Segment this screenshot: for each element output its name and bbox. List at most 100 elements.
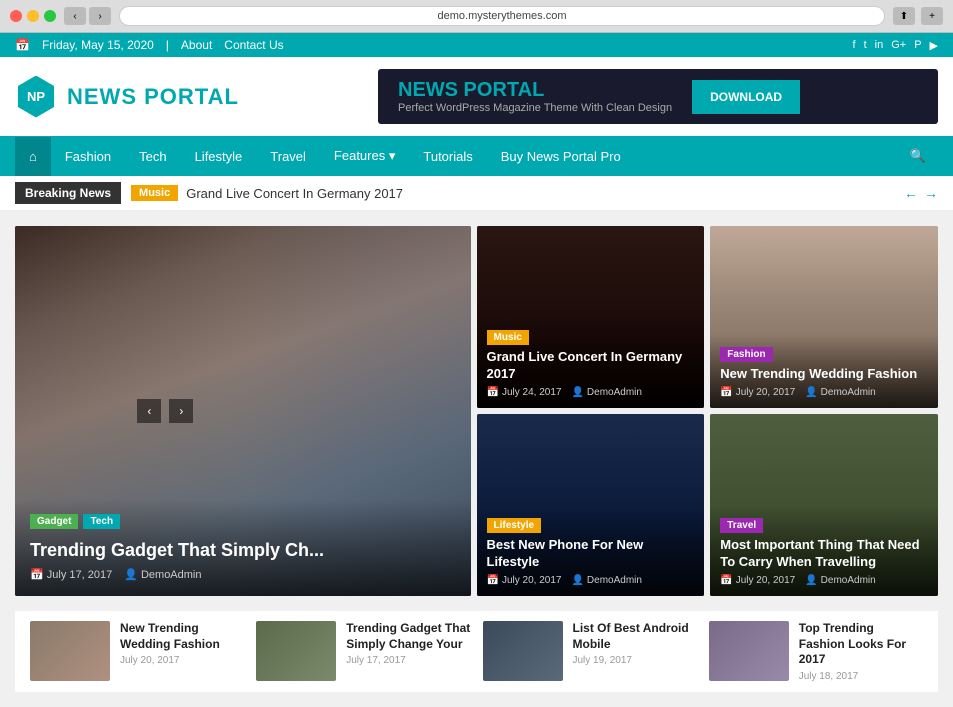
list-item[interactable]: List Of Best Android Mobile July 19, 201… — [483, 621, 697, 682]
download-button[interactable]: DOWNLOAD — [692, 80, 800, 114]
youtube-icon[interactable]: ▶ — [930, 39, 938, 52]
music-card-overlay: Music Grand Live Concert In Germany 2017… — [477, 318, 705, 408]
top-bar: 📅 Friday, May 15, 2020 | About Contact U… — [0, 33, 953, 57]
main-nav: ⌂ Fashion Tech Lifestyle Travel Features… — [0, 136, 953, 176]
music-author: 👤 DemoAdmin — [571, 387, 641, 398]
pinterest-icon[interactable]: P — [914, 39, 921, 52]
wedding-date: 📅 July 20, 2017 — [720, 387, 795, 398]
date-text: Friday, May 15, 2020 — [42, 38, 154, 52]
search-icon[interactable]: 🔍 — [898, 136, 938, 176]
new-tab-button[interactable]: + — [921, 7, 943, 25]
list-item[interactable]: Top Trending Fashion Looks For 2017 July… — [709, 621, 923, 682]
featured-author: 👤 DemoAdmin — [124, 568, 201, 581]
nav-travel[interactable]: Travel — [256, 137, 320, 176]
list-thumb-android — [483, 621, 563, 681]
breaking-news-bar: Breaking News Music Grand Live Concert I… — [0, 176, 953, 211]
phone-card[interactable]: Lifestyle Best New Phone For New Lifesty… — [477, 414, 705, 596]
carousel-prev[interactable]: ‹ — [137, 399, 161, 423]
lifestyle-badge: Lifestyle — [487, 518, 542, 533]
music-card-meta: 📅 July 24, 2017 👤 DemoAdmin — [487, 387, 695, 398]
logo-hex: NP — [15, 76, 57, 118]
address-bar[interactable]: demo.mysterythemes.com — [119, 6, 885, 26]
featured-badge-tech: Tech — [83, 514, 120, 529]
content-grid: ‹ › Gadget Tech Trending Gadget That Sim… — [15, 226, 938, 596]
wedding-card-title: New Trending Wedding Fashion — [720, 366, 928, 383]
list-info-wf: New Trending Wedding Fashion July 20, 20… — [120, 621, 244, 666]
featured-badge-gadget: Gadget — [30, 514, 78, 529]
social-icons: f t in G+ P ▶ — [853, 39, 938, 52]
list-date-fashion: July 18, 2017 — [799, 671, 923, 682]
phone-card-meta: 📅 July 20, 2017 👤 DemoAdmin — [487, 575, 695, 586]
list-title-fashion: Top Trending Fashion Looks For 2017 — [799, 621, 923, 668]
featured-date: 📅 July 17, 2017 — [30, 568, 112, 581]
close-button[interactable] — [10, 10, 22, 22]
browser-actions: ⬆ + — [893, 7, 943, 25]
music-date: 📅 July 24, 2017 — [487, 387, 562, 398]
banner-ad: NEWS PORTAL Perfect WordPress Magazine T… — [378, 69, 938, 124]
maximize-button[interactable] — [44, 10, 56, 22]
nav-fashion[interactable]: Fashion — [51, 137, 125, 176]
main-content: ‹ › Gadget Tech Trending Gadget That Sim… — [0, 211, 953, 707]
featured-meta: 📅 July 17, 2017 👤 DemoAdmin — [30, 568, 456, 581]
logo[interactable]: NP NEWS PORTAL — [15, 76, 239, 118]
breaking-news-badge: Music — [131, 185, 178, 201]
carousel-next[interactable]: › — [169, 399, 193, 423]
share-button[interactable]: ⬆ — [893, 7, 915, 25]
travel-card[interactable]: Travel Most Important Thing That Need To… — [710, 414, 938, 596]
separator: | — [166, 38, 169, 52]
featured-card[interactable]: ‹ › Gadget Tech Trending Gadget That Sim… — [15, 226, 471, 596]
travel-card-title: Most Important Thing That Need To Carry … — [720, 537, 928, 571]
travel-date: 📅 July 20, 2017 — [720, 575, 795, 586]
list-date-tg: July 17, 2017 — [346, 655, 470, 666]
site-header: NP NEWS PORTAL NEWS PORTAL Perfect WordP… — [0, 57, 953, 136]
list-title-wf: New Trending Wedding Fashion — [120, 621, 244, 652]
googleplus-icon[interactable]: G+ — [891, 39, 906, 52]
banner-ad-text: NEWS PORTAL Perfect WordPress Magazine T… — [398, 79, 672, 114]
nav-features[interactable]: Features ▾ — [320, 136, 409, 176]
minimize-button[interactable] — [27, 10, 39, 22]
travel-badge: Travel — [720, 518, 763, 533]
browser-chrome: ‹ › demo.mysterythemes.com ⬆ + — [0, 0, 953, 33]
twitter-icon[interactable]: t — [864, 39, 867, 52]
travel-author: 👤 DemoAdmin — [805, 575, 875, 586]
nav-home[interactable]: ⌂ — [15, 137, 51, 176]
wedding-card-overlay: Fashion New Trending Wedding Fashion 📅 J… — [710, 335, 938, 408]
music-card[interactable]: Music Grand Live Concert In Germany 2017… — [477, 226, 705, 408]
wedding-card-meta: 📅 July 20, 2017 👤 DemoAdmin — [720, 387, 928, 398]
calendar-icon: 📅 — [15, 38, 30, 52]
phone-card-title: Best New Phone For New Lifestyle — [487, 537, 695, 571]
list-date-wf: July 20, 2017 — [120, 655, 244, 666]
nav-buttons: ‹ › — [64, 7, 111, 25]
linkedin-icon[interactable]: in — [875, 39, 884, 52]
nav-lifestyle[interactable]: Lifestyle — [181, 137, 257, 176]
list-item[interactable]: New Trending Wedding Fashion July 20, 20… — [30, 621, 244, 682]
list-title-tg: Trending Gadget That Simply Change Your — [346, 621, 470, 652]
back-button[interactable]: ‹ — [64, 7, 86, 25]
logo-text: NEWS PORTAL — [67, 84, 239, 110]
prev-arrow[interactable]: ← — [904, 185, 918, 201]
wedding-card[interactable]: Fashion New Trending Wedding Fashion 📅 J… — [710, 226, 938, 408]
banner-subtitle: Perfect WordPress Magazine Theme With Cl… — [398, 102, 672, 114]
travel-card-meta: 📅 July 20, 2017 👤 DemoAdmin — [720, 575, 928, 586]
next-arrow[interactable]: → — [924, 185, 938, 201]
nav-buy[interactable]: Buy News Portal Pro — [487, 137, 635, 176]
contact-link[interactable]: Contact Us — [224, 38, 283, 52]
breaking-news-text: Grand Live Concert In Germany 2017 — [186, 186, 904, 201]
banner-title: NEWS PORTAL — [398, 79, 672, 102]
forward-button[interactable]: › — [89, 7, 111, 25]
list-date-android: July 19, 2017 — [573, 655, 697, 666]
nav-tech[interactable]: Tech — [125, 137, 180, 176]
music-badge: Music — [487, 330, 529, 345]
facebook-icon[interactable]: f — [853, 39, 856, 52]
fashion-badge: Fashion — [720, 347, 772, 362]
site-wrapper: 📅 Friday, May 15, 2020 | About Contact U… — [0, 33, 953, 707]
nav-tutorials[interactable]: Tutorials — [409, 137, 486, 176]
list-info-fashion: Top Trending Fashion Looks For 2017 July… — [799, 621, 923, 682]
about-link[interactable]: About — [181, 38, 212, 52]
list-item[interactable]: Trending Gadget That Simply Change Your … — [256, 621, 470, 682]
list-info-android: List Of Best Android Mobile July 19, 201… — [573, 621, 697, 666]
top-bar-left: 📅 Friday, May 15, 2020 | About Contact U… — [15, 38, 284, 52]
music-card-title: Grand Live Concert In Germany 2017 — [487, 349, 695, 383]
phone-card-overlay: Lifestyle Best New Phone For New Lifesty… — [477, 506, 705, 596]
phone-date: 📅 July 20, 2017 — [487, 575, 562, 586]
